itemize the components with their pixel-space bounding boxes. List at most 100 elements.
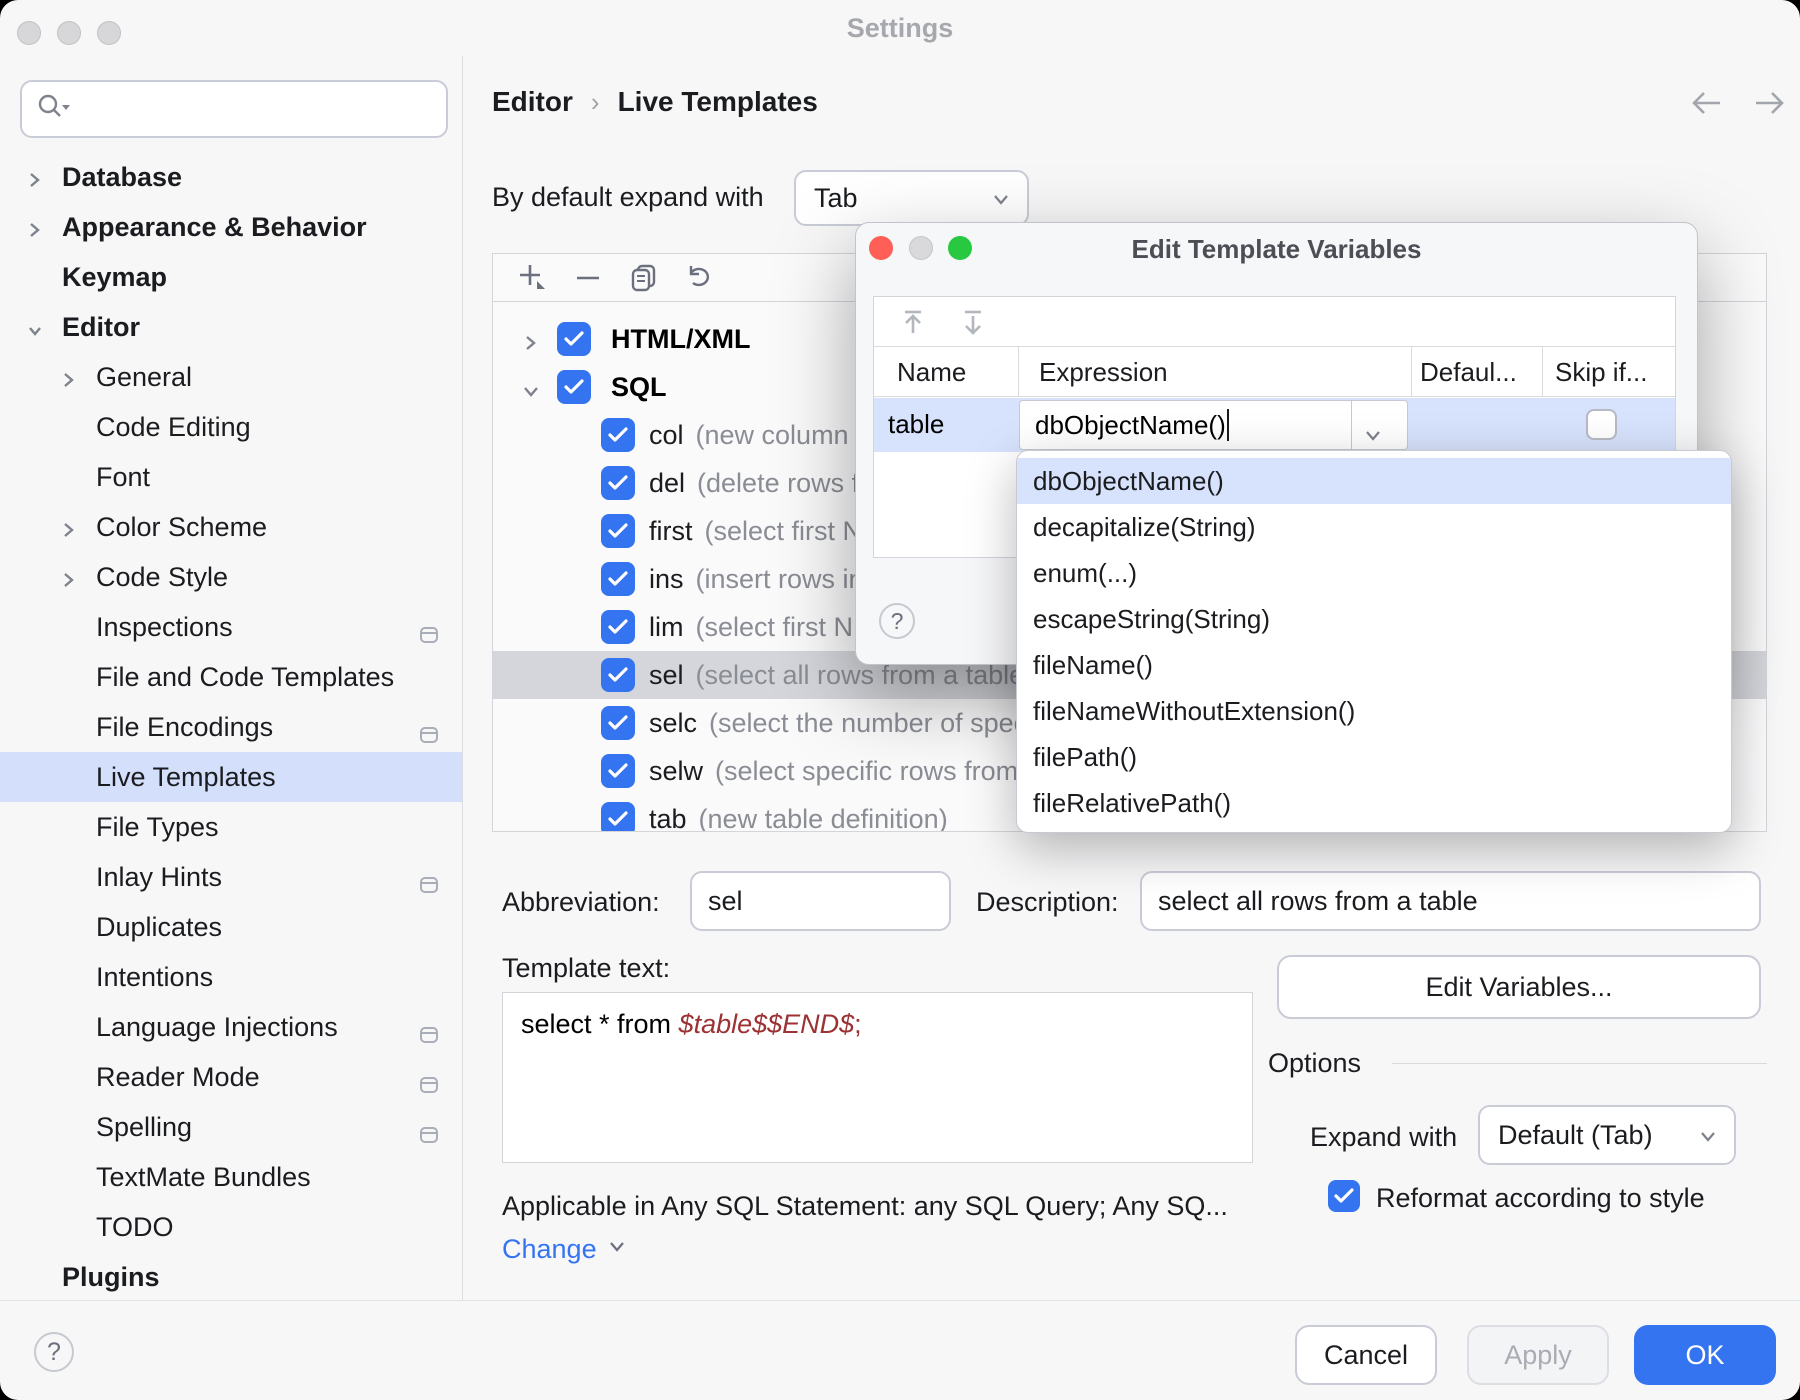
chevron-down-icon xyxy=(607,1240,627,1259)
function-option[interactable]: decapitalize(String) xyxy=(1017,504,1731,550)
chevron-right-icon xyxy=(60,566,76,597)
sidebar-item-database[interactable]: Database xyxy=(0,152,462,202)
checkbox-checked-icon[interactable] xyxy=(557,370,591,404)
checkbox-checked-icon[interactable] xyxy=(601,418,635,452)
chevron-right-icon xyxy=(521,329,539,360)
expand-with-select[interactable]: Default (Tab) xyxy=(1478,1105,1736,1165)
move-up-button[interactable] xyxy=(896,305,930,339)
description-input[interactable]: select all rows from a table xyxy=(1140,871,1761,931)
cancel-button[interactable]: Cancel xyxy=(1295,1325,1437,1385)
reformat-label: Reformat according to style xyxy=(1376,1183,1705,1214)
sidebar-item-editor[interactable]: Editor xyxy=(0,302,462,352)
breadcrumb-live-templates[interactable]: Live Templates xyxy=(618,86,818,118)
sidebar-item-keymap[interactable]: Keymap xyxy=(0,252,462,302)
checkbox-checked-icon[interactable] xyxy=(601,562,635,596)
chevron-down-icon xyxy=(991,183,1011,214)
sidebar-item-intentions[interactable]: Intentions xyxy=(0,952,462,1002)
sidebar-item-duplicates[interactable]: Duplicates xyxy=(0,902,462,952)
sidebar-item-file-types[interactable]: File Types xyxy=(0,802,462,852)
default-expand-select[interactable]: Tab xyxy=(794,170,1029,226)
edit-variables-button[interactable]: Edit Variables... xyxy=(1277,955,1761,1019)
variables-table-header: Name Expression Defaul... Skip if... xyxy=(874,347,1675,397)
titlebar: Settings xyxy=(0,0,1800,56)
column-skip-if[interactable]: Skip if... xyxy=(1555,357,1647,388)
checkbox-checked-icon[interactable] xyxy=(601,802,635,832)
function-option[interactable]: fileNameWithoutExtension() xyxy=(1017,688,1731,734)
sidebar-item-plugins[interactable]: Plugins xyxy=(0,1252,462,1302)
search-input[interactable] xyxy=(20,80,448,138)
expression-function-popup: dbObjectName() decapitalize(String) enum… xyxy=(1016,450,1732,833)
column-default[interactable]: Defaul... xyxy=(1420,357,1517,388)
restore-defaults-button[interactable] xyxy=(683,261,717,295)
reformat-checkbox[interactable] xyxy=(1328,1180,1360,1212)
checkbox-checked-icon[interactable] xyxy=(601,754,635,788)
breadcrumb: Editor › Live Templates xyxy=(492,86,818,118)
function-option[interactable]: dbObjectName() xyxy=(1017,458,1731,504)
sidebar-item-color-scheme[interactable]: Color Scheme xyxy=(0,502,462,552)
function-option[interactable]: fileRelativePath() xyxy=(1017,780,1731,826)
breadcrumb-separator: › xyxy=(591,87,600,118)
duplicate-template-button[interactable] xyxy=(627,261,661,295)
move-down-button[interactable] xyxy=(956,305,990,339)
sidebar-item-textmate-bundles[interactable]: TextMate Bundles xyxy=(0,1152,462,1202)
variable-row-table[interactable]: table dbObjectName() xyxy=(874,398,1675,452)
sidebar-item-file-and-code-templates[interactable]: File and Code Templates xyxy=(0,652,462,702)
checkbox-checked-icon[interactable] xyxy=(601,658,635,692)
skip-if-defined-checkbox[interactable] xyxy=(1586,409,1617,440)
add-template-button[interactable] xyxy=(515,261,549,295)
checkbox-checked-icon[interactable] xyxy=(601,706,635,740)
sidebar-item-code-style[interactable]: Code Style xyxy=(0,552,462,602)
abbreviation-input[interactable]: sel xyxy=(690,871,951,931)
forward-arrow-icon[interactable] xyxy=(1752,88,1786,123)
checkbox-checked-icon[interactable] xyxy=(601,466,635,500)
modified-indicator-icon xyxy=(420,869,438,900)
sidebar-item-appearance-behavior[interactable]: Appearance & Behavior xyxy=(0,202,462,252)
sidebar-item-general[interactable]: General xyxy=(0,352,462,402)
sidebar-item-spelling[interactable]: Spelling xyxy=(0,1102,462,1152)
sidebar-item-live-templates[interactable]: Live Templates xyxy=(0,752,462,802)
column-name[interactable]: Name xyxy=(897,357,966,388)
chevron-down-icon xyxy=(521,377,541,408)
template-code: select * from $table$$END$; xyxy=(521,1009,862,1040)
chevron-down-icon xyxy=(1698,1120,1718,1151)
chevron-down-icon[interactable] xyxy=(1363,419,1383,450)
dialog-title: Edit Template Variables xyxy=(856,234,1697,265)
abbreviation-label: Abbreviation: xyxy=(502,887,660,918)
help-button[interactable]: ? xyxy=(34,1332,74,1372)
column-expression[interactable]: Expression xyxy=(1039,357,1168,388)
change-link[interactable]: Change xyxy=(502,1234,627,1265)
options-rule xyxy=(1392,1063,1767,1064)
sidebar-item-todo[interactable]: TODO xyxy=(0,1202,462,1252)
function-option[interactable]: filePath() xyxy=(1017,734,1731,780)
sidebar-item-code-editing[interactable]: Code Editing xyxy=(0,402,462,452)
function-option[interactable]: enum(...) xyxy=(1017,550,1731,596)
expression-editor[interactable]: dbObjectName() xyxy=(1019,400,1408,450)
function-option[interactable]: escapeString(String) xyxy=(1017,596,1731,642)
checkbox-checked-icon[interactable] xyxy=(601,610,635,644)
checkbox-checked-icon[interactable] xyxy=(557,322,591,356)
back-arrow-icon[interactable] xyxy=(1690,88,1724,123)
sidebar-item-reader-mode[interactable]: Reader Mode xyxy=(0,1052,462,1102)
remove-template-button[interactable] xyxy=(571,261,605,295)
sidebar-item-file-encodings[interactable]: File Encodings xyxy=(0,702,462,752)
chevron-down-icon xyxy=(26,316,44,347)
text-cursor xyxy=(1227,409,1229,441)
sidebar-item-inlay-hints[interactable]: Inlay Hints xyxy=(0,852,462,902)
function-option[interactable]: fileName() xyxy=(1017,642,1731,688)
settings-window: Settings Database Appearance & Behavior … xyxy=(0,0,1800,1400)
ok-button[interactable]: OK xyxy=(1634,1325,1776,1385)
chevron-right-icon xyxy=(26,166,42,197)
settings-nav: Database Appearance & Behavior Keymap Ed… xyxy=(0,152,462,1302)
breadcrumb-editor[interactable]: Editor xyxy=(492,86,573,118)
sidebar-item-font[interactable]: Font xyxy=(0,452,462,502)
sidebar-item-language-injections[interactable]: Language Injections xyxy=(0,1002,462,1052)
apply-button[interactable]: Apply xyxy=(1467,1325,1609,1385)
search-icon xyxy=(36,92,70,127)
expand-with-label: By default expand with xyxy=(492,182,764,213)
checkbox-checked-icon[interactable] xyxy=(601,514,635,548)
sidebar-item-inspections[interactable]: Inspections xyxy=(0,602,462,652)
dialog-help-button[interactable]: ? xyxy=(879,603,915,639)
modified-indicator-icon xyxy=(420,1019,438,1050)
variable-name: table xyxy=(888,409,944,440)
template-text-editor[interactable]: select * from $table$$END$; xyxy=(502,992,1253,1163)
